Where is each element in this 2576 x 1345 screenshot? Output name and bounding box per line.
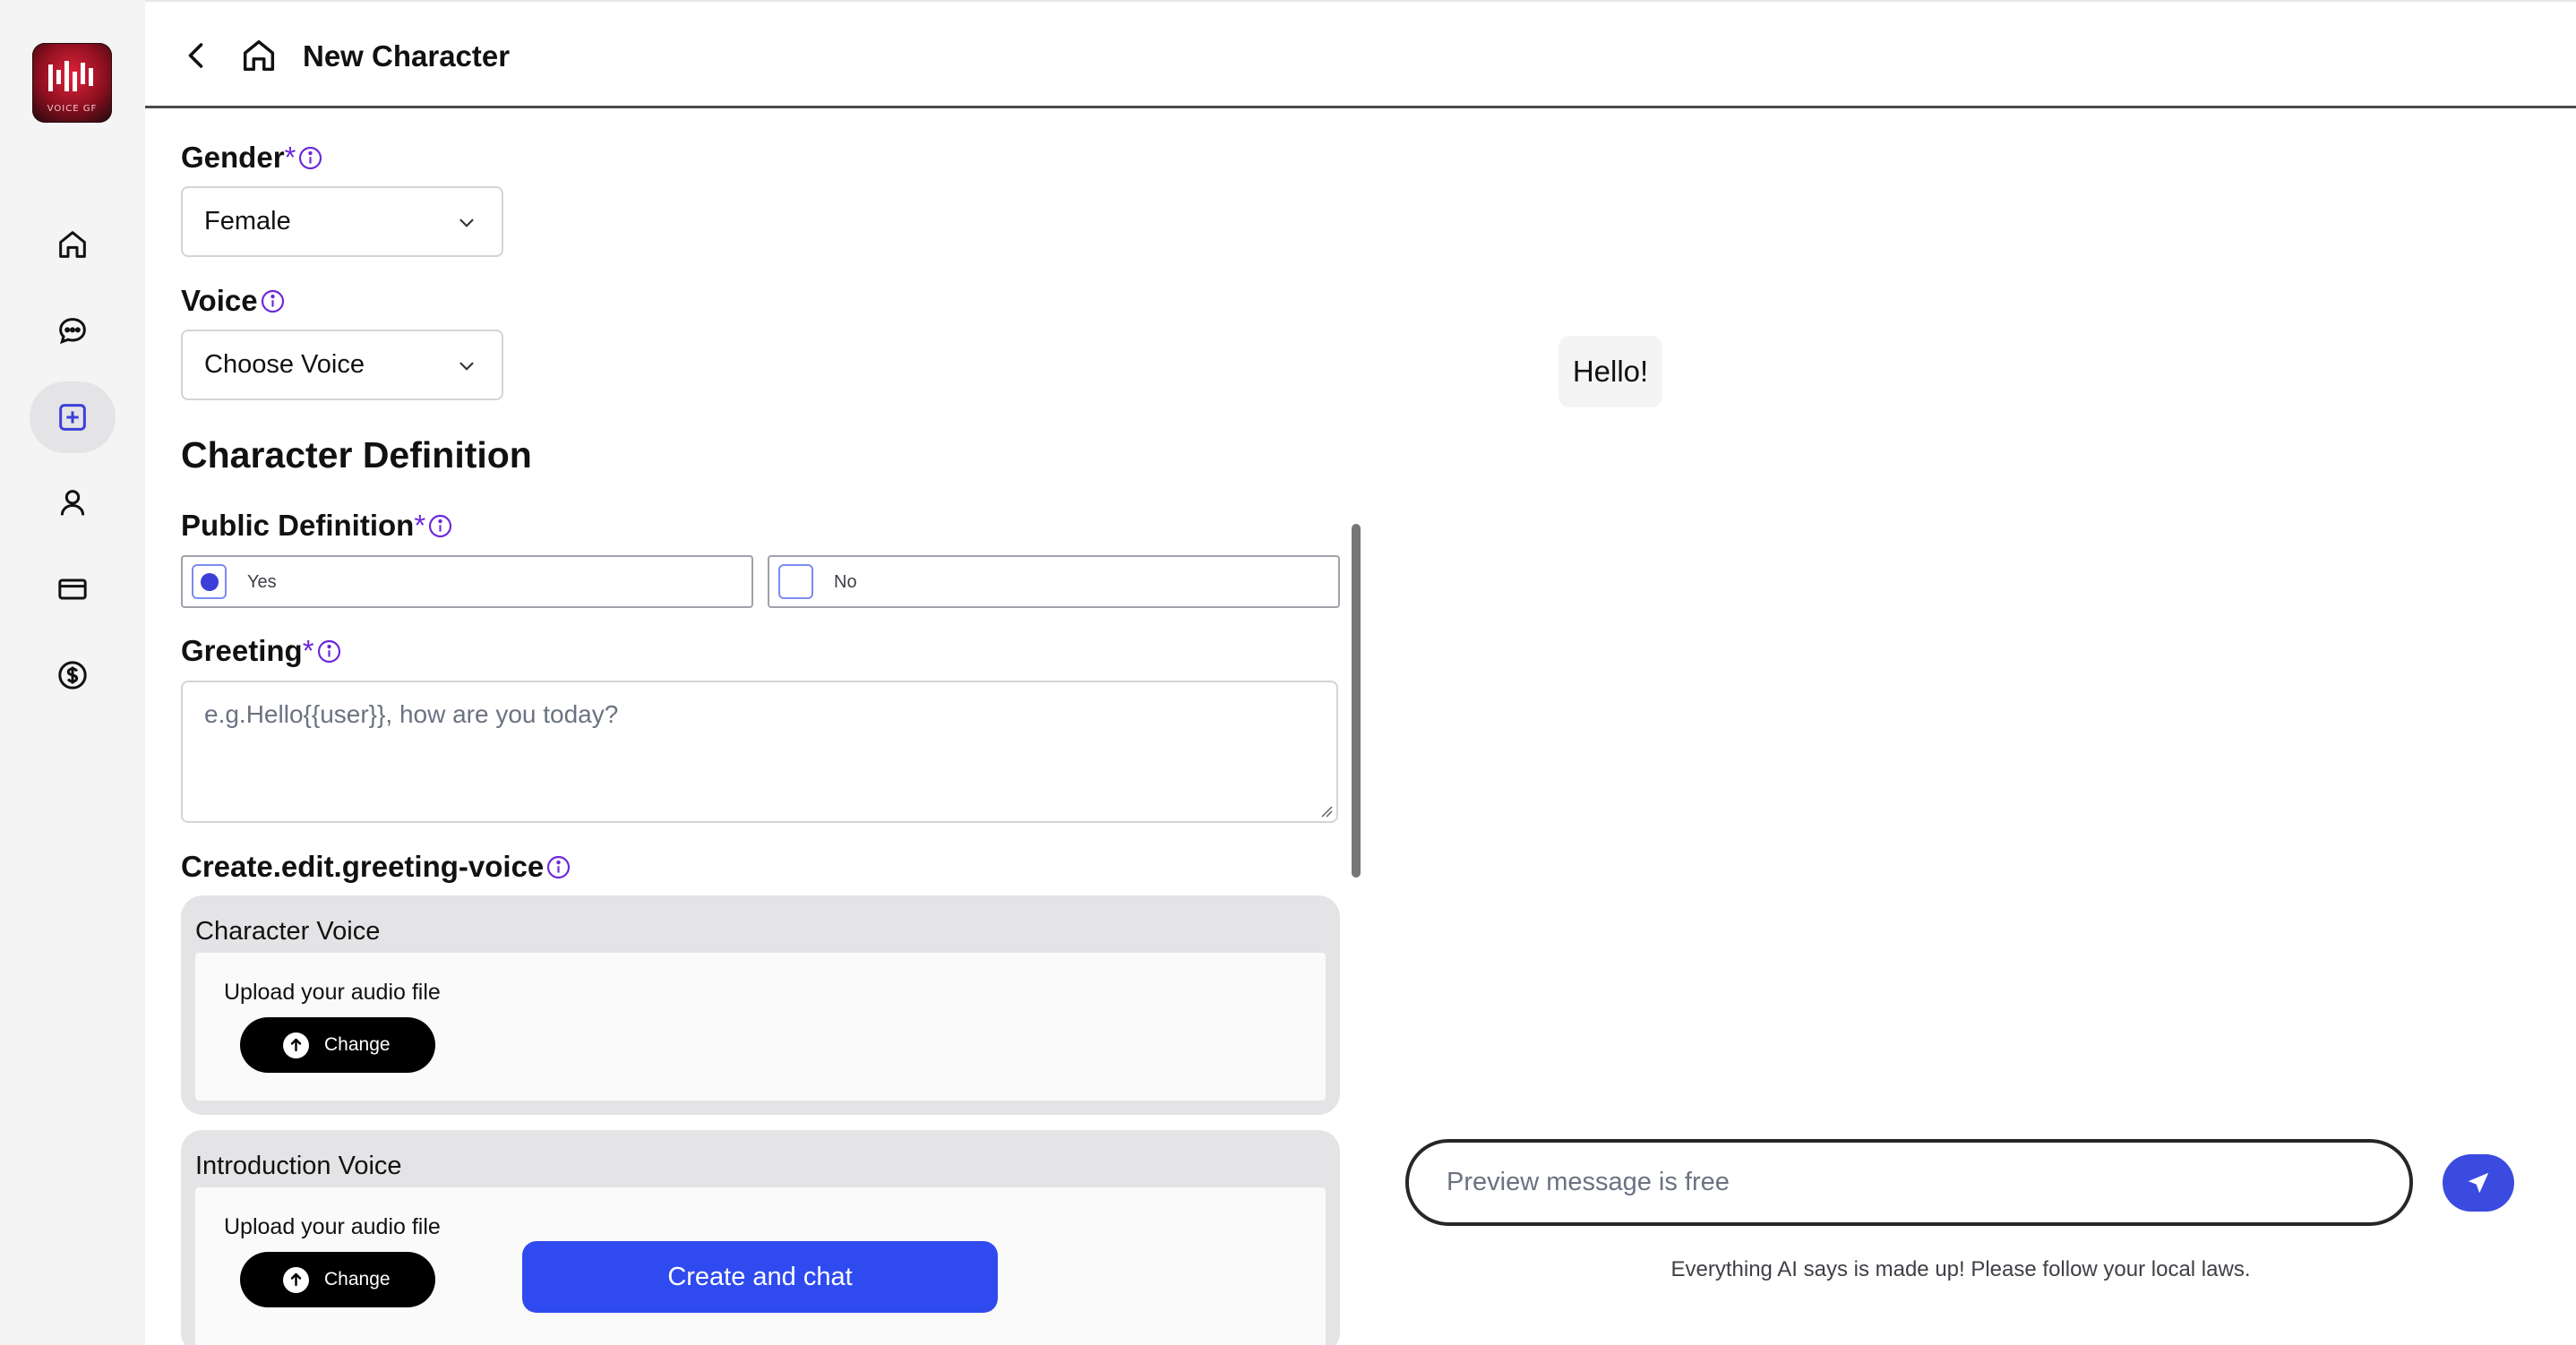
send-arrow-icon bbox=[2468, 1172, 2489, 1194]
character-voice-change-button[interactable]: Change bbox=[240, 1017, 435, 1073]
sidebar-item-pricing[interactable] bbox=[30, 639, 116, 711]
character-voice-title: Character Voice bbox=[195, 917, 381, 946]
voice-label: Voice bbox=[181, 284, 286, 318]
resize-grip-icon[interactable] bbox=[1318, 803, 1333, 818]
home-icon[interactable] bbox=[238, 35, 279, 76]
upload-arrow-icon bbox=[283, 1267, 309, 1293]
yes-checkbox[interactable] bbox=[192, 564, 227, 599]
public-definition-yes-option[interactable]: Yes bbox=[181, 555, 753, 608]
required-mark: * bbox=[302, 634, 314, 667]
disclaimer-text: Everything AI says is made up! Please fo… bbox=[1670, 1257, 2251, 1281]
logo-bars-icon bbox=[48, 61, 93, 91]
introduction-voice-change-button[interactable]: Change bbox=[240, 1252, 435, 1307]
greeting-label-text: Greeting bbox=[181, 634, 303, 667]
create-and-chat-button[interactable]: Create and chat bbox=[522, 1241, 998, 1313]
brand-name: VOICE GF bbox=[47, 104, 98, 114]
chat-bubble-icon bbox=[59, 318, 86, 345]
checked-dot bbox=[201, 573, 219, 591]
greeting-voice-label: Create.edit.greeting-voice bbox=[181, 850, 571, 884]
change-button-label: Change bbox=[324, 1269, 391, 1289]
info-icon[interactable] bbox=[297, 145, 323, 171]
required-mark: * bbox=[414, 509, 426, 542]
send-button[interactable] bbox=[2443, 1154, 2514, 1212]
top-header: New Character bbox=[145, 0, 2576, 108]
preview-message-input[interactable]: Preview message is free bbox=[1405, 1139, 2413, 1226]
back-arrow-icon[interactable] bbox=[181, 39, 213, 72]
sidebar-item-billing[interactable] bbox=[30, 553, 116, 625]
sidebar-item-create[interactable] bbox=[30, 381, 116, 453]
sidebar-item-profile[interactable] bbox=[30, 467, 116, 539]
sidebar: VOICE GF bbox=[0, 0, 145, 1345]
yes-option-label: Yes bbox=[247, 572, 277, 592]
upload-audio-label: Upload your audio file bbox=[224, 980, 441, 1005]
form-scrollbar[interactable] bbox=[1352, 524, 1361, 878]
greeting-message-bubble: Hello! bbox=[1558, 336, 1662, 407]
greeting-textarea[interactable]: e.g.Hello{{user}}, how are you today? bbox=[181, 681, 1338, 823]
info-icon[interactable] bbox=[427, 513, 453, 539]
chevron-down-icon bbox=[459, 362, 474, 371]
voice-select-value: Choose Voice bbox=[204, 350, 365, 379]
dollar-circle-icon bbox=[58, 661, 87, 690]
gender-label: Gender * bbox=[181, 141, 323, 175]
greeting-placeholder: e.g.Hello{{user}}, how are you today? bbox=[204, 700, 619, 728]
gender-select-value: Female bbox=[204, 207, 291, 236]
gender-select[interactable]: Female bbox=[181, 186, 503, 257]
required-mark: * bbox=[284, 141, 296, 174]
voice-label-text: Voice bbox=[181, 284, 258, 317]
upload-arrow-icon bbox=[283, 1032, 309, 1058]
public-definition-label: Public Definition * bbox=[181, 509, 453, 543]
page-title: New Character bbox=[303, 39, 511, 73]
sidebar-item-home[interactable] bbox=[30, 209, 116, 280]
credit-card-icon bbox=[58, 578, 87, 600]
info-icon[interactable] bbox=[316, 638, 342, 664]
no-checkbox[interactable] bbox=[778, 564, 813, 599]
character-definition-title: Character Definition bbox=[181, 434, 532, 475]
no-option-label: No bbox=[834, 572, 857, 592]
public-definition-no-option[interactable]: No bbox=[768, 555, 1340, 608]
info-icon[interactable] bbox=[545, 854, 571, 880]
app-logo[interactable]: VOICE GF bbox=[32, 43, 112, 123]
home-icon bbox=[59, 231, 86, 258]
upload-audio-label: Upload your audio file bbox=[224, 1214, 441, 1239]
character-voice-upload-area: Upload your audio file Change bbox=[195, 953, 1326, 1101]
gender-label-text: Gender bbox=[181, 141, 285, 174]
chevron-down-icon bbox=[459, 218, 474, 227]
introduction-voice-title: Introduction Voice bbox=[195, 1152, 402, 1180]
voice-select[interactable]: Choose Voice bbox=[181, 330, 503, 400]
greeting-label: Greeting * bbox=[181, 634, 342, 668]
greeting-voice-label-text: Create.edit.greeting-voice bbox=[181, 850, 545, 883]
info-icon[interactable] bbox=[260, 288, 286, 314]
public-definition-label-text: Public Definition bbox=[181, 509, 415, 542]
sidebar-item-chat[interactable] bbox=[30, 296, 116, 367]
user-icon bbox=[60, 490, 85, 516]
introduction-voice-card: Introduction Voice Upload your audio fil… bbox=[181, 1130, 1340, 1345]
preview-input-placeholder: Preview message is free bbox=[1447, 1168, 1730, 1196]
plus-square-icon bbox=[59, 404, 86, 431]
change-button-label: Change bbox=[324, 1034, 391, 1055]
character-voice-card: Character Voice Upload your audio file C… bbox=[181, 895, 1340, 1115]
